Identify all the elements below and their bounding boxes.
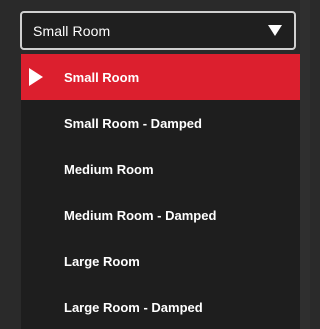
preset-option-medium-room-damped[interactable]: Medium Room - Damped [21,192,300,238]
preset-option-large-room-damped[interactable]: Large Room - Damped [21,284,300,329]
background-panel [300,0,310,329]
preset-select-value: Small Room [33,22,111,39]
preset-option-medium-room[interactable]: Medium Room [21,146,300,192]
preset-select[interactable]: Small Room [20,11,296,50]
preset-option-label: Medium Room - Damped [64,207,217,223]
preset-options-list: Small Room Small Room - Damped Medium Ro… [21,54,300,329]
preset-option-small-room-damped[interactable]: Small Room - Damped [21,100,300,146]
preset-option-label: Small Room [64,69,140,85]
preset-option-large-room[interactable]: Large Room [21,238,300,284]
preset-option-label: Large Room [64,253,140,269]
reverb-preset-dropdown: Small Room Small Room Small Room - Dampe… [0,0,310,329]
preset-option-label: Large Room - Damped [64,299,203,315]
caret-down-icon [268,24,282,37]
preset-option-small-room[interactable]: Small Room [21,54,300,100]
selected-play-icon [29,68,43,86]
preset-option-label: Medium Room [64,161,154,177]
preset-option-label: Small Room - Damped [64,115,202,131]
